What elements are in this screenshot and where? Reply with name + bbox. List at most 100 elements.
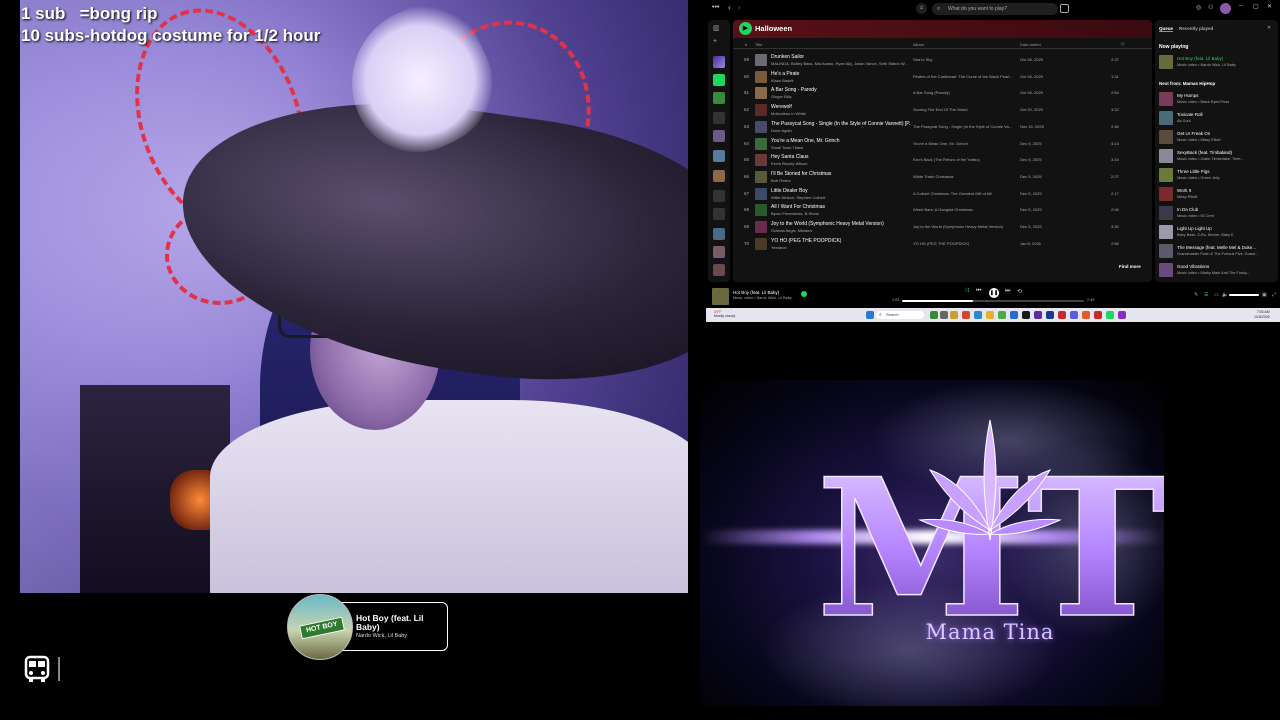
track-album[interactable]: White Trash Christmas	[913, 174, 1017, 179]
track-album[interactable]: Joy to the World (Symphonic Heavy Metal …	[913, 224, 1017, 229]
taskbar-app-icon[interactable]	[1046, 311, 1054, 319]
tab-queue[interactable]: Queue	[1159, 26, 1174, 32]
track-album[interactable]: Kev's Back (The Return of the Yobbo)	[913, 157, 1017, 162]
track-artist[interactable]: Bob Rivers	[771, 178, 911, 183]
queue-item[interactable]: Toxicate Roll Ab-Soul	[1159, 110, 1277, 127]
track-artist[interactable]: Ginger Billy	[771, 94, 911, 99]
taskbar-app-icon[interactable]	[1070, 311, 1078, 319]
volume-icon[interactable]: 🔈	[1222, 292, 1228, 298]
search-input[interactable]: ⌕ What do you want to play?	[932, 3, 1058, 15]
track-album[interactable]: YO HO (PEG THE POOPDICK)	[913, 241, 1017, 246]
track-artist[interactable]: Motionless In White	[771, 111, 911, 116]
track-artist[interactable]: Small Town Titans	[771, 145, 911, 150]
queue-item[interactable]: In Da Club Music video • 50 Cent	[1159, 205, 1277, 222]
taskbar-clock[interactable]: 7:53 AM 1/18/2026	[1254, 310, 1270, 319]
added-check-icon[interactable]	[801, 291, 807, 297]
track-row[interactable]: 67 Little Dealer Boy Willie Nelson, Step…	[733, 186, 1152, 203]
close-icon[interactable]: ✕	[1267, 25, 1271, 31]
previous-icon[interactable]: ⏮	[976, 288, 981, 295]
queue-now-playing-item[interactable]: Hot Boy (feat. Lil Baby) Music video • N…	[1159, 54, 1277, 71]
forward-icon[interactable]: ›	[738, 3, 741, 12]
library-item[interactable]	[713, 92, 725, 104]
taskbar-app-icon[interactable]	[950, 311, 958, 319]
minimize-icon[interactable]: –	[1239, 3, 1242, 9]
taskbar-app-icon[interactable]	[1058, 311, 1066, 319]
queue-item[interactable]: Light Up Light Up Baby Bash, Z-Ro, Berne…	[1159, 224, 1277, 241]
track-row[interactable]: 61 A Bar Song - Parody Ginger Billy A Ba…	[733, 85, 1152, 102]
track-album[interactable]: You're a Mean One, Mr. Grinch	[913, 141, 1017, 146]
fullscreen-icon[interactable]: ⤢	[1272, 292, 1276, 298]
next-icon[interactable]: ⏭	[1005, 288, 1010, 295]
track-album[interactable]: Sea to Sky	[913, 57, 1017, 62]
player-thumbnail[interactable]	[712, 288, 729, 305]
shuffle-icon[interactable]: ⤨	[964, 288, 969, 295]
queue-item[interactable]: Three Little Pigs Music video • Green Je…	[1159, 167, 1277, 184]
back-icon[interactable]: ‹	[728, 3, 731, 12]
find-more-link[interactable]: Find more	[1119, 264, 1141, 269]
taskbar-search[interactable]: ⌕ Search	[876, 311, 924, 319]
track-artist[interactable]: Klaus Badelt	[771, 78, 911, 83]
add-icon[interactable]: +	[713, 38, 725, 50]
taskbar-app-icon[interactable]	[1034, 311, 1042, 319]
track-artist[interactable]: Done Again	[771, 128, 911, 133]
track-album[interactable]: Scoring The End Of The World	[913, 107, 1017, 112]
close-icon[interactable]: ✕	[1267, 3, 1272, 10]
track-artist[interactable]: Willie Nelson, Stephen Colbert	[771, 195, 911, 200]
track-artist[interactable]: MALINDA, Bobby Bass, Mia Asano, Ryan All…	[771, 61, 911, 66]
queue-item[interactable]: Work It Missy Elliott	[1159, 186, 1277, 203]
track-row[interactable]: 70 YO HO (PEG THE POOPDICK) Yeedeon YO H…	[733, 236, 1152, 253]
notifications-icon[interactable]: ◎	[1196, 4, 1201, 11]
browse-icon[interactable]	[1060, 4, 1069, 13]
repeat-icon[interactable]: ⟲	[1017, 288, 1022, 295]
taskbar-app-icon[interactable]	[986, 311, 994, 319]
volume-slider[interactable]	[1229, 294, 1259, 296]
liked-songs-item[interactable]	[713, 56, 725, 68]
col-album[interactable]: Album	[913, 42, 924, 47]
library-item[interactable]	[713, 150, 725, 162]
queue-item[interactable]: Good Vibrations Music video • Marky Mark…	[1159, 262, 1277, 279]
start-icon[interactable]	[866, 311, 874, 319]
library-item[interactable]	[713, 264, 725, 276]
library-item[interactable]	[713, 228, 725, 240]
track-row[interactable]: 65 Hey Santa Claus Kevin Bloody Wilson K…	[733, 152, 1152, 169]
player-track-title[interactable]: Hot Boy (feat. Lil Baby)	[733, 290, 779, 295]
taskbar-app-icon[interactable]	[1082, 311, 1090, 319]
tab-recently-played[interactable]: Recently played	[1179, 26, 1213, 31]
taskbar-app-icon[interactable]	[974, 311, 982, 319]
track-artist[interactable]: Yeedeon	[771, 245, 911, 250]
player-track-artist[interactable]: Music video • Nardo Wick, Lil Baby	[733, 296, 792, 300]
avatar[interactable]	[1220, 3, 1231, 14]
track-row[interactable]: 64 You're a Mean One, Mr. Grinch Small T…	[733, 136, 1152, 153]
play-button[interactable]: ▶	[739, 22, 752, 35]
track-artist[interactable]: Byron Ferendinks, B-Stone	[771, 211, 911, 216]
col-title[interactable]: Title	[755, 42, 762, 47]
miniplayer-icon[interactable]: ▣	[1262, 292, 1267, 298]
taskbar-app-icon[interactable]	[1106, 311, 1114, 319]
device-icon[interactable]: ▭	[1214, 292, 1219, 298]
track-artist[interactable]: Octavia Aegis, Minidea	[771, 228, 911, 233]
lyrics-icon[interactable]: ✎	[1194, 292, 1198, 298]
friends-icon[interactable]: ⚇	[1208, 4, 1213, 11]
taskbar-app-icon[interactable]	[940, 311, 948, 319]
taskbar-app-icon[interactable]	[962, 311, 970, 319]
track-artist[interactable]: Kevin Bloody Wilson	[771, 161, 911, 166]
track-album[interactable]: Weed Bars: A Gangsta Christmas	[913, 207, 1017, 212]
more-icon[interactable]: •••	[712, 4, 719, 11]
library-item[interactable]	[713, 130, 725, 142]
track-row[interactable]: 63 The Pussycat Song - Single (In the St…	[733, 119, 1152, 136]
track-album[interactable]: A Colbert Christmas: The Greatest Gift o…	[913, 191, 1017, 196]
library-item[interactable]	[713, 170, 725, 182]
library-icon[interactable]: ▥	[713, 24, 725, 36]
track-album[interactable]: Pirates of the Caribbean: The Curse of t…	[913, 74, 1017, 79]
track-row[interactable]: 66 I'll Be Stoned for Christmas Bob Rive…	[733, 169, 1152, 186]
home-icon[interactable]: ⌂	[916, 3, 927, 14]
library-item[interactable]	[713, 208, 725, 220]
queue-item[interactable]: SexyBack (feat. Timbaland) Music video •…	[1159, 148, 1277, 165]
taskbar-app-icon[interactable]	[1094, 311, 1102, 319]
queue-item[interactable]: My Humps Music video • Black Eyed Peas	[1159, 91, 1277, 108]
pause-button[interactable]: ❚❚	[989, 288, 999, 298]
track-row[interactable]: 60 He's a Pirate Klaus Badelt Pirates of…	[733, 69, 1152, 86]
library-item[interactable]	[713, 246, 725, 258]
track-album[interactable]: A Bar Song (Parody)	[913, 90, 1017, 95]
track-row[interactable]: 69 Joy to the World (Symphonic Heavy Met…	[733, 219, 1152, 236]
